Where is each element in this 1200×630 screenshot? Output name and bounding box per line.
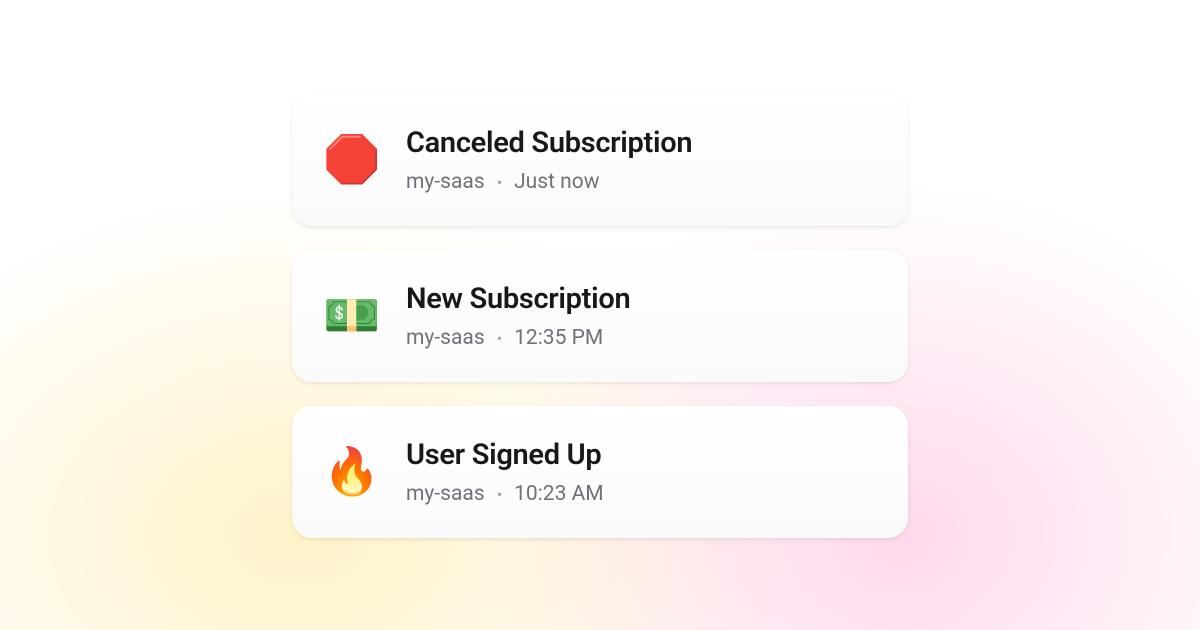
fire-icon: 🔥	[326, 446, 378, 498]
notification-project: my-saas	[406, 326, 485, 350]
notification-project: my-saas	[406, 482, 485, 506]
notification-title: User Signed Up	[406, 438, 604, 472]
notification-card[interactable]: 💵 New Subscription my-saas • 12:35 PM	[292, 250, 908, 382]
meta-separator: •	[497, 485, 502, 504]
notification-timestamp: Just now	[514, 170, 599, 194]
notification-meta: my-saas • 10:23 AM	[406, 482, 604, 506]
notification-meta: my-saas • Just now	[406, 170, 692, 194]
notification-content: Canceled Subscription my-saas • Just now	[406, 126, 692, 194]
meta-separator: •	[497, 173, 502, 192]
money-icon: 💵	[326, 290, 378, 342]
stop-sign-icon: 🛑	[326, 134, 378, 186]
notification-title: New Subscription	[406, 282, 630, 316]
notification-timestamp: 12:35 PM	[514, 326, 603, 350]
notification-meta: my-saas • 12:35 PM	[406, 326, 630, 350]
notification-title: Canceled Subscription	[406, 126, 692, 160]
notification-list: 🛑 Canceled Subscription my-saas • Just n…	[292, 94, 908, 538]
notification-card[interactable]: 🔥 User Signed Up my-saas • 10:23 AM	[292, 406, 908, 538]
notification-content: User Signed Up my-saas • 10:23 AM	[406, 438, 604, 506]
meta-separator: •	[497, 329, 502, 348]
notification-content: New Subscription my-saas • 12:35 PM	[406, 282, 630, 350]
notification-card[interactable]: 🛑 Canceled Subscription my-saas • Just n…	[292, 94, 908, 226]
notification-project: my-saas	[406, 170, 485, 194]
notification-timestamp: 10:23 AM	[514, 482, 604, 506]
